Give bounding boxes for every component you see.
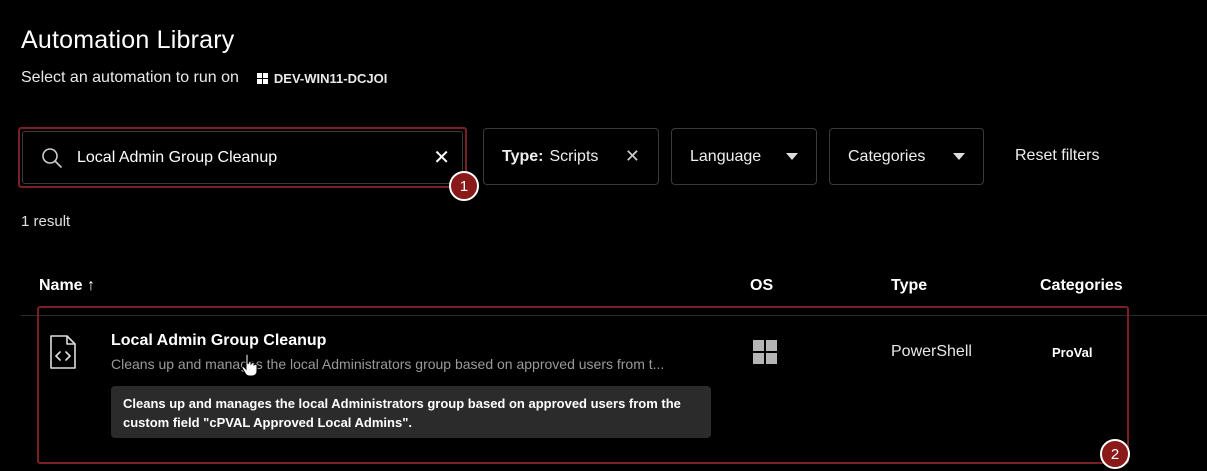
chevron-down-icon: [953, 153, 965, 160]
reset-filters-button[interactable]: Reset filters: [1015, 147, 1099, 165]
type-filter-label: Type:: [502, 147, 544, 165]
column-header-type[interactable]: Type: [891, 277, 927, 295]
column-header-os[interactable]: OS: [750, 277, 773, 295]
language-filter-label: Language: [690, 147, 762, 165]
annotation-badge-2: 2: [1100, 439, 1130, 469]
hand-cursor-icon: [241, 353, 258, 377]
script-category: ProVal: [1052, 345, 1093, 360]
annotation-badge-1: 1: [449, 171, 479, 201]
close-icon[interactable]: ✕: [625, 146, 640, 167]
script-description: Cleans up and manages the local Administ…: [111, 356, 665, 372]
close-icon[interactable]: ✕: [433, 145, 450, 170]
result-count: 1 result: [21, 213, 71, 230]
page-title: Automation Library: [21, 26, 235, 54]
search-box[interactable]: ✕: [22, 131, 463, 184]
page-subtitle: Select an automation to run on DEV-WIN11…: [21, 69, 387, 87]
categories-filter-label: Categories: [848, 147, 926, 165]
categories-filter[interactable]: Categories: [829, 128, 984, 185]
windows-icon: [256, 72, 268, 84]
column-name-label: Name: [39, 277, 83, 294]
script-name[interactable]: Local Admin Group Cleanup: [111, 332, 326, 350]
description-tooltip: Cleans up and manages the local Administ…: [111, 386, 711, 438]
language-filter[interactable]: Language: [671, 128, 817, 185]
search-icon: [42, 147, 62, 168]
search-input[interactable]: [75, 147, 429, 168]
table-row[interactable]: [37, 306, 1129, 464]
column-header-name[interactable]: Name ↑: [39, 277, 95, 295]
type-filter[interactable]: Type: Scripts ✕: [483, 128, 659, 185]
script-file-icon: [50, 335, 76, 369]
windows-icon: [753, 340, 777, 364]
subtitle-text: Select an automation to run on: [21, 69, 239, 86]
device-name: DEV-WIN11-DCJOI: [273, 70, 388, 86]
type-filter-value: Scripts: [549, 147, 599, 165]
sort-ascending-icon: ↑: [87, 277, 96, 294]
script-type: PowerShell: [891, 343, 972, 360]
column-header-categories[interactable]: Categories: [1040, 277, 1123, 295]
device-label: DEV-WIN11-DCJOI: [256, 70, 388, 86]
chevron-down-icon: [786, 153, 798, 160]
